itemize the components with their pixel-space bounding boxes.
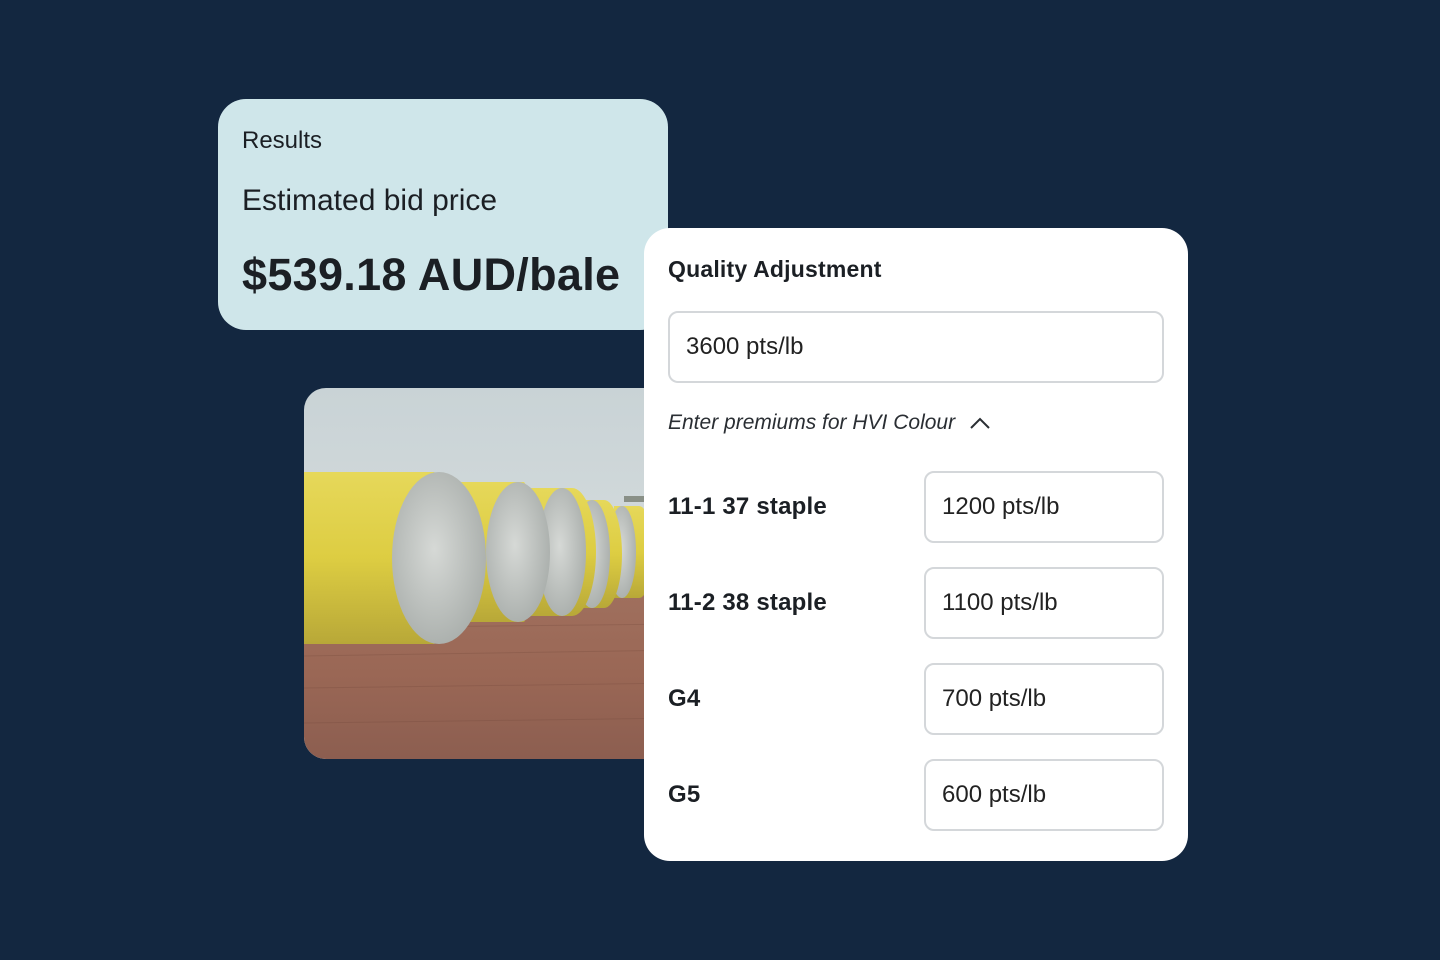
grade-label: 11-2 38 staple — [668, 589, 827, 616]
quality-adjustment-input[interactable]: 3600 pts/lb — [668, 311, 1164, 383]
quality-adjustment-card: Quality Adjustment 3600 pts/lb Enter pre… — [644, 228, 1188, 861]
grade-row: 11-1 37 staple 1200 pts/lb — [668, 471, 1164, 543]
estimated-bid-price-value: $539.18 AUD/bale — [242, 249, 621, 300]
grade-label: G5 — [668, 781, 701, 808]
cotton-bales-photo — [304, 388, 684, 759]
estimated-bid-price-label: Estimated bid price — [242, 184, 498, 217]
grade-premium-value: 1100 pts/lb — [942, 589, 1058, 616]
grade-premium-value: 1200 pts/lb — [942, 493, 1060, 520]
results-label: Results — [242, 127, 323, 154]
grade-premium-value: 700 pts/lb — [942, 685, 1047, 712]
grade-row: G4 700 pts/lb — [668, 663, 1164, 735]
quality-adjustment-title: Quality Adjustment — [668, 256, 882, 282]
results-card: Results Estimated bid price $539.18 AUD/… — [218, 99, 668, 330]
grade-premium-value: 600 pts/lb — [942, 781, 1047, 808]
grade-premium-input[interactable]: 1200 pts/lb — [924, 471, 1164, 543]
grade-premium-input[interactable]: 600 pts/lb — [924, 759, 1164, 831]
grade-row: G5 600 pts/lb — [668, 759, 1164, 831]
grade-label: 11-1 37 staple — [668, 493, 827, 520]
cotton-bales-image — [304, 388, 684, 759]
hvi-colour-toggle[interactable]: Enter premiums for HVI Colour — [668, 411, 1164, 435]
grade-premium-input[interactable]: 700 pts/lb — [924, 663, 1164, 735]
chevron-up-icon — [970, 417, 990, 429]
grade-premium-input[interactable]: 1100 pts/lb — [924, 567, 1164, 639]
quality-adjustment-value: 3600 pts/lb — [686, 333, 804, 360]
stage: Results Estimated bid price $539.18 AUD/… — [0, 0, 1440, 960]
grade-row: 11-2 38 staple 1100 pts/lb — [668, 567, 1164, 639]
grade-label: G4 — [668, 685, 701, 712]
hvi-colour-toggle-label: Enter premiums for HVI Colour — [668, 411, 956, 434]
